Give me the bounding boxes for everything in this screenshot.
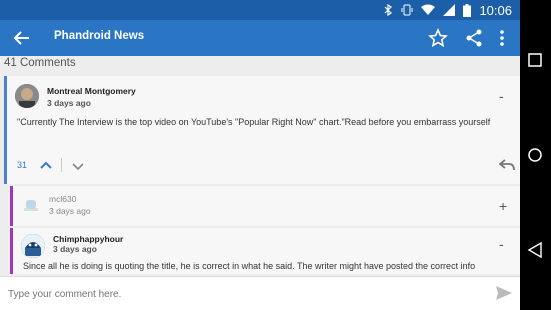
app-bar: Phandroid News (0, 20, 520, 56)
more-options-icon[interactable] (492, 28, 512, 48)
wifi-icon (421, 4, 436, 15)
comment-author[interactable]: mcl630 (49, 194, 76, 204)
avatar[interactable] (15, 84, 39, 108)
recent-apps-icon[interactable] (527, 52, 543, 68)
app-title: Phandroid News (54, 30, 145, 42)
comment-card: Montreal Montgomery 3 days ago - "Curren… (4, 76, 520, 184)
clock: 10:06 (479, 2, 512, 18)
expand-button[interactable]: + (499, 198, 507, 214)
status-bar: 10:06 (0, 0, 520, 20)
comment-count: 41 Comments (4, 57, 76, 69)
comment-time: 3 days ago (47, 98, 91, 108)
bluetooth-icon (385, 4, 393, 16)
signal-icon (443, 4, 456, 16)
comment-time: 3 days ago (53, 244, 97, 254)
comment-body: "Currently The Interview is the top vide… (17, 117, 491, 127)
comment-body: Since all he is doing is quoting the tit… (23, 261, 476, 271)
comment-composer (0, 276, 520, 310)
collapse-button[interactable]: - (499, 88, 504, 104)
star-icon[interactable] (428, 28, 448, 48)
send-icon[interactable] (494, 283, 514, 303)
upvote-icon[interactable] (39, 160, 53, 170)
home-icon[interactable] (527, 147, 543, 163)
collapse-button[interactable]: - (499, 236, 504, 252)
avatar[interactable] (23, 198, 39, 212)
vote-divider (61, 158, 62, 172)
comment-author[interactable]: Chimphappyhour (53, 234, 123, 244)
share-icon[interactable] (464, 28, 484, 48)
downvote-icon[interactable] (71, 162, 85, 172)
back-nav-icon[interactable] (527, 242, 543, 258)
comment-time: 3 days ago (49, 206, 91, 216)
avatar[interactable] (21, 234, 45, 258)
system-nav-bar (520, 0, 551, 310)
comment-input[interactable] (6, 283, 480, 305)
battery-icon (463, 3, 472, 17)
reply-icon[interactable] (499, 158, 515, 172)
comment-author[interactable]: Montreal Montgomery (47, 86, 136, 96)
vote-count: 31 (17, 160, 28, 170)
comment-card: Chimphappyhour 3 days ago - Since all he… (10, 228, 520, 274)
app-screen: 10:06 Phandroid News 41 Comments Montrea… (0, 0, 520, 310)
vibrate-icon (401, 4, 413, 16)
back-arrow-icon[interactable] (12, 28, 32, 48)
comment-card: mcl630 3 days ago + (10, 186, 520, 226)
